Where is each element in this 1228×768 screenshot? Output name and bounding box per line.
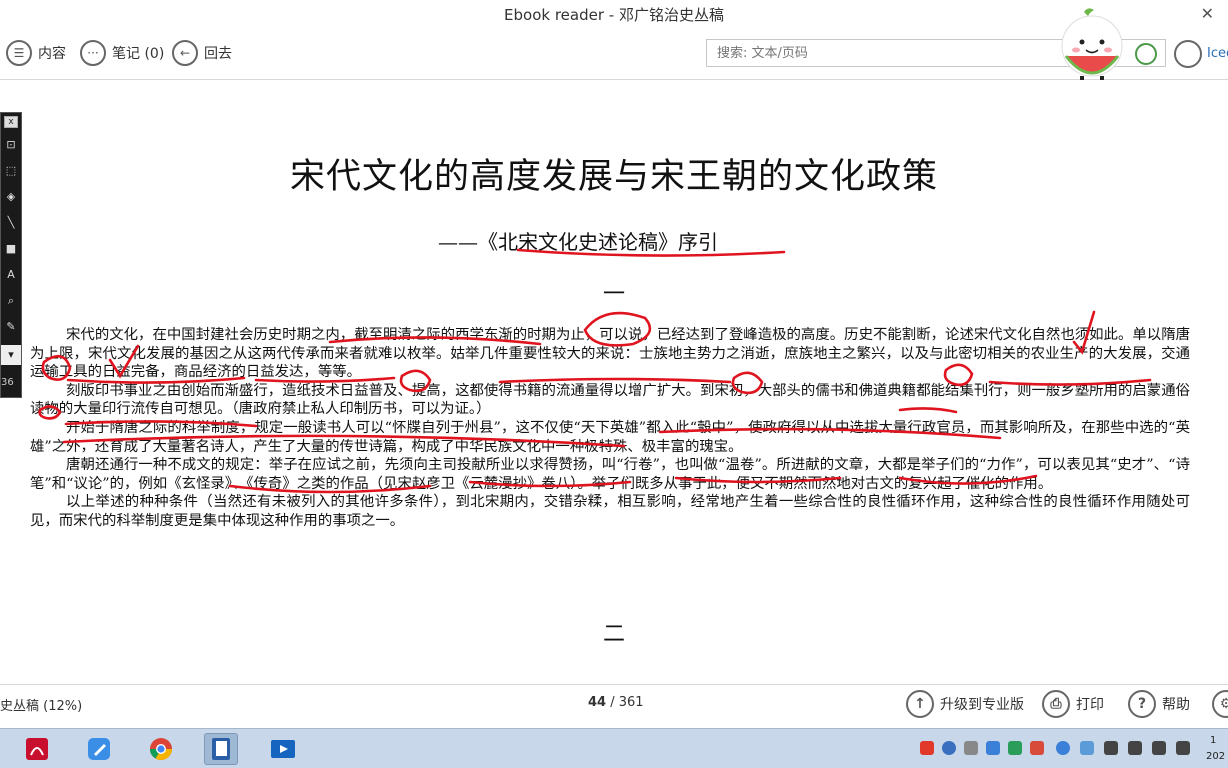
help-button[interactable]: ? 帮助 [1128,689,1190,719]
paragraph: 开始于隋唐之际的科举制度，规定一般读书人可以“怀牒自列于州县”，这不仅使“天下英… [30,419,1190,455]
help-tray-icon[interactable] [942,741,956,755]
notes-button[interactable]: ··· 笔记 (0) [80,38,164,68]
search-icon[interactable] [1135,43,1157,65]
settings-tray-icon[interactable] [964,741,978,755]
line-tool-icon[interactable]: ╲ [1,213,21,233]
user-name[interactable]: Icec [1207,46,1228,61]
section-heading-two: 二 [602,622,625,647]
subtitle-prefix: ——《 [438,230,498,254]
os-taskbar: 1 202 [0,728,1228,768]
page-indicator[interactable]: 44 / 361 [588,695,644,710]
window-title: Ebook reader - 邓广铭治史丛稿 [504,6,724,24]
paragraph: 唐朝还通行一种不成文的规定：举子在应试之前，先须向主司投献所业以求得赞扬，叫“行… [30,457,1190,492]
document-body: 宋代的文化，在中国封建社会历史时期之内，截至明清之际的西学东渐的时期为止，可以说… [30,326,1190,531]
mascot-sticker-icon [1061,8,1123,88]
annotation-tool-palette: x ⊡ ⬚ ◈ ╲ ■ A ⌕ ✎ ▾ 36 [0,112,22,398]
display-tray-icon[interactable] [986,741,1000,755]
status-bar: 史丛稿 (12%) 44 / 361 ↑ 升级到专业版 ⎙ 打印 ? 帮助 ⚙ [0,684,1228,722]
contents-button[interactable]: ☰ 内容 [6,38,66,68]
notes-icon: ··· [80,40,106,66]
user-icon[interactable] [1174,40,1202,68]
title-bar: Ebook reader - 邓广铭治史丛稿 ✕ [0,0,1228,28]
search-input[interactable] [707,40,1107,66]
print-button[interactable]: ⎙ 打印 [1042,689,1104,719]
contents-label: 内容 [38,46,66,62]
subtitle-book: 北宋文化史述论稿 [498,230,658,254]
battery-icon[interactable] [1176,741,1190,755]
toolbar: ☰ 内容 ··· 笔记 (0) ← 回去 Icec [0,28,1228,80]
text-tool-icon[interactable]: A [1,265,21,285]
clock-date[interactable]: 202 [1206,751,1225,762]
zoom-tool-icon[interactable]: ⌕ [1,291,21,311]
ebook-reader-icon[interactable] [204,733,238,765]
security-tray-icon[interactable] [1030,741,1044,755]
paragraph: 宋代的文化，在中国封建社会历史时期之内，截至明清之际的西学东渐的时期为止，可以说… [30,327,1190,381]
help-icon: ? [1128,690,1156,718]
pen-tool-icon[interactable]: ✎ [1,317,21,337]
rectangle-tool-icon[interactable]: ■ [1,239,21,259]
back-label: 回去 [204,46,232,62]
clock-time[interactable]: 1 [1210,735,1216,746]
page-title: 宋代文化的高度发展与宋王朝的文化政策 [289,157,938,197]
shield-icon[interactable] [1056,741,1070,755]
list-icon: ☰ [6,40,32,66]
subtitle-suffix: 》序引 [658,230,718,254]
upgrade-label: 升级到专业版 [940,697,1024,713]
upgrade-arrow-icon: ↑ [906,690,934,718]
close-icon[interactable]: ✕ [1201,4,1214,23]
video-app-icon[interactable] [266,733,300,765]
chrome-icon[interactable] [144,733,178,765]
palette-dropdown-icon[interactable]: ▾ [1,345,21,365]
keyboard-icon[interactable] [1104,741,1118,755]
section-heading-one: 一 [602,282,625,307]
palette-counter: 36 [1,377,14,388]
paragraph: 刻版印书事业之由创始而渐盛行，造纸技术日益普及、提高，这都使得书籍的流通量得以增… [30,382,1190,418]
current-page: 44 [588,695,607,710]
back-button[interactable]: ← 回去 [172,38,232,68]
printer-icon: ⎙ [1042,690,1070,718]
sogou-ime-icon[interactable] [920,741,934,755]
notes-app-icon[interactable] [82,733,116,765]
book-progress: 史丛稿 (12%) [0,699,83,714]
gear-icon: ⚙ [1212,690,1228,718]
pdf-app-icon[interactable] [20,733,54,765]
total-pages: / 361 [606,695,644,710]
paragraph: 以上举述的种种条件（当然还有未被列入的其他许多条件），到北宋期内，交错杂糅，相互… [30,494,1190,529]
network-device-icon[interactable] [1008,741,1022,755]
upgrade-button[interactable]: ↑ 升级到专业版 [906,689,1024,719]
help-label: 帮助 [1162,697,1190,713]
print-label: 打印 [1076,697,1104,713]
back-arrow-icon: ← [172,40,198,66]
palette-close-icon[interactable]: x [4,116,18,128]
page-subtitle: ——《北宋文化史述论稿》序引 [438,226,718,255]
select-tool-icon[interactable]: ⬚ [1,161,21,181]
fill-tool-icon[interactable]: ◈ [1,187,21,207]
document-page: 宋代文化的高度发展与宋王朝的文化政策 ——《北宋文化史述论稿》序引 一 宋代的文… [0,80,1228,670]
network-signal-icon[interactable] [1128,741,1142,755]
settings-button[interactable]: ⚙ [1212,689,1228,719]
cloud-icon[interactable] [1080,741,1094,755]
cursor-tool-icon[interactable]: ⊡ [1,135,21,155]
volume-icon[interactable] [1152,741,1166,755]
notes-label: 笔记 (0) [112,46,165,62]
